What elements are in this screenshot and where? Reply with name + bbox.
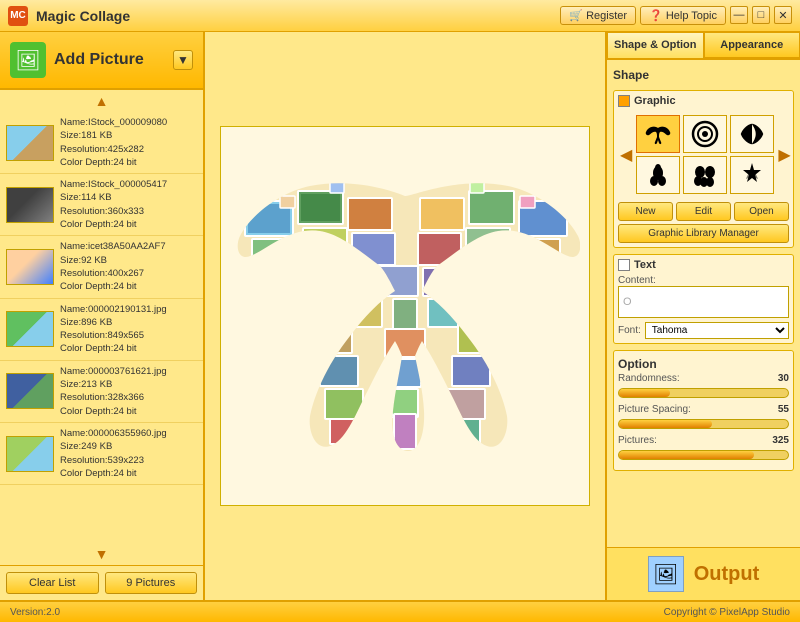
graphic-label-text: Graphic [634, 95, 676, 107]
picture-count-label: 9 Pictures [105, 572, 198, 594]
shape-section-label: Shape [613, 66, 794, 84]
scroll-down-arrow[interactable]: ▼ [0, 543, 203, 565]
picture-item[interactable]: Name:IStock_000005417 Size:114 KB Resolu… [0, 174, 203, 236]
copyright-label: Copyright © PixelApp Studio [664, 607, 790, 618]
picture-info: Name:icet38A50AA2AF7 Size:92 KB Resoluti… [60, 240, 166, 293]
register-button[interactable]: 🛒 Register [560, 6, 636, 25]
text-section: Text Content: Font: Tahoma [613, 254, 794, 344]
font-label: Font: [618, 325, 641, 336]
center-canvas: Generated photo tiles [205, 32, 605, 600]
text-section-header: Text [618, 259, 789, 271]
output-section[interactable]: 🖼 Output [607, 547, 800, 600]
randomness-slider[interactable] [618, 388, 789, 398]
content-label: Content: [618, 275, 789, 286]
picture-list: Name:IStock_000009080 Size:181 KB Resolu… [0, 112, 203, 543]
add-picture-dropdown[interactable]: ▼ [173, 50, 193, 70]
shape-cell[interactable] [683, 115, 727, 153]
edit-shape-button[interactable]: Edit [676, 202, 731, 221]
spacing-label: Picture Spacing: [618, 404, 761, 415]
font-row: Font: Tahoma [618, 322, 789, 339]
tab-shape-option[interactable]: Shape & Option [607, 32, 704, 58]
shape-cell[interactable] [730, 115, 774, 153]
pictures-value: 325 [761, 435, 789, 446]
picture-item[interactable]: Name:IStock_000009080 Size:181 KB Resolu… [0, 112, 203, 174]
picture-info: Name:IStock_000005417 Size:114 KB Resolu… [60, 178, 167, 231]
picture-item[interactable]: Name:000006355960.jpg Size:249 KB Resolu… [0, 423, 203, 485]
shape-grid [636, 115, 774, 194]
option-section: Option Randomness: 30 Picture Spacing: 5… [613, 350, 794, 471]
shape-cell[interactable] [636, 115, 680, 153]
picture-thumb [6, 125, 54, 161]
randomness-row: Randomness: 30 [618, 373, 789, 384]
pictures-row: Pictures: 325 [618, 435, 789, 446]
shape-grid-wrapper: ◀ ▶ [618, 111, 789, 198]
spacing-fill [619, 420, 712, 428]
shape-cell[interactable] [683, 156, 727, 194]
bird-collage: Generated photo tiles [230, 136, 580, 496]
option-section-label: Option [618, 355, 789, 373]
font-select[interactable]: Tahoma [645, 322, 789, 339]
spacing-slider[interactable] [618, 419, 789, 429]
shape-cell[interactable] [730, 156, 774, 194]
picture-item[interactable]: Name:000003761621.jpg Size:213 KB Resolu… [0, 361, 203, 423]
picture-info: Name:000003761621.jpg Size:213 KB Resolu… [60, 365, 167, 418]
version-label: Version:2.0 [10, 607, 60, 618]
shape-cell[interactable] [636, 156, 680, 194]
status-bar: Version:2.0 Copyright © PixelApp Studio [0, 600, 800, 622]
tab-bar: Shape & Option Appearance [607, 32, 800, 60]
randomness-fill [619, 389, 670, 397]
left-bottom: Clear List 9 Pictures [0, 565, 203, 600]
right-content: Shape Graphic ◀ ▶ New Edit Open [607, 60, 800, 547]
picture-thumb [6, 373, 54, 409]
title-bar: MC Magic Collage 🛒 Register ❓ Help Topic… [0, 0, 800, 32]
scroll-up-arrow[interactable]: ▲ [0, 90, 203, 112]
clear-list-button[interactable]: Clear List [6, 572, 99, 594]
open-shape-button[interactable]: Open [734, 202, 789, 221]
graphic-color-box [618, 95, 630, 107]
output-icon: 🖼 [648, 556, 684, 592]
randomness-value: 30 [761, 373, 789, 384]
text-section-label: Text [634, 259, 656, 271]
left-panel: 🖼 Add Picture ▼ ▲ Name:IStock_000009080 … [0, 32, 205, 600]
right-panel: Shape & Option Appearance Shape Graphic … [605, 32, 800, 600]
add-picture-icon: 🖼 [10, 42, 46, 78]
content-input[interactable] [618, 286, 789, 318]
graphic-library-manager-button[interactable]: Graphic Library Manager [618, 224, 789, 243]
add-picture-label: Add Picture [54, 51, 165, 69]
app-icon: MC [8, 6, 28, 26]
tab-appearance[interactable]: Appearance [704, 32, 800, 58]
graphic-section: Graphic ◀ ▶ New Edit Open Graphic Librar… [613, 90, 794, 248]
title-actions: 🛒 Register ❓ Help Topic — □ ✕ [560, 6, 792, 25]
maximize-button[interactable]: □ [752, 6, 770, 24]
graphic-label: Graphic [618, 95, 789, 107]
app-title: Magic Collage [36, 8, 552, 24]
pictures-slider[interactable] [618, 450, 789, 460]
help-button[interactable]: ❓ Help Topic [640, 6, 726, 25]
picture-thumb [6, 311, 54, 347]
spacing-row: Picture Spacing: 55 [618, 404, 789, 415]
picture-thumb [6, 187, 54, 223]
pictures-label: Pictures: [618, 435, 761, 446]
picture-info: Name:000006355960.jpg Size:249 KB Resolu… [60, 427, 167, 480]
add-picture-header: 🖼 Add Picture ▼ [0, 32, 203, 90]
picture-item[interactable]: Name:icet38A50AA2AF7 Size:92 KB Resoluti… [0, 236, 203, 298]
new-shape-button[interactable]: New [618, 202, 673, 221]
picture-info: Name:IStock_000009080 Size:181 KB Resolu… [60, 116, 167, 169]
collage-area: Generated photo tiles [220, 126, 590, 506]
spacing-value: 55 [761, 404, 789, 415]
picture-info: Name:000002190131.jpg Size:896 KB Resolu… [60, 303, 167, 356]
shape-btn-row: New Edit Open [618, 202, 789, 221]
close-button[interactable]: ✕ [774, 6, 792, 24]
output-label: Output [694, 563, 760, 586]
picture-thumb [6, 249, 54, 285]
picture-thumb [6, 436, 54, 472]
pictures-fill [619, 451, 754, 459]
main-layout: 🖼 Add Picture ▼ ▲ Name:IStock_000009080 … [0, 32, 800, 600]
shape-prev-button[interactable]: ◀ [618, 145, 634, 165]
picture-item[interactable]: Name:000002190131.jpg Size:896 KB Resolu… [0, 299, 203, 361]
randomness-label: Randomness: [618, 373, 761, 384]
shape-next-button[interactable]: ▶ [776, 145, 792, 165]
minimize-button[interactable]: — [730, 6, 748, 24]
text-checkbox[interactable] [618, 259, 630, 271]
